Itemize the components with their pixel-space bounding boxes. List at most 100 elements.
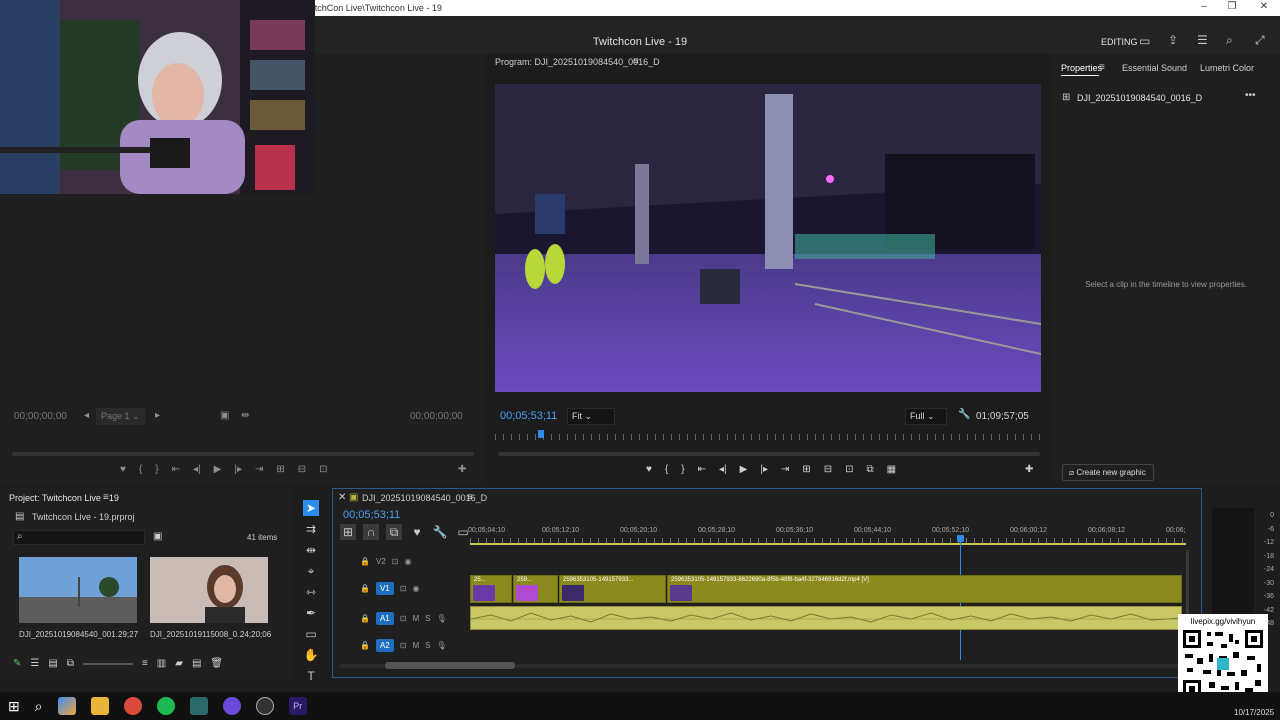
- go-to-out-icon[interactable]: ⇥: [781, 464, 789, 475]
- type-tool-icon[interactable]: T: [303, 668, 319, 684]
- program-scrubber[interactable]: [498, 452, 1040, 456]
- obs-icon[interactable]: [255, 697, 274, 715]
- program-menu-icon[interactable]: ≡: [633, 56, 639, 67]
- step-back-icon[interactable]: ◂|: [719, 464, 727, 475]
- sync-lock-icon[interactable]: ⊡: [392, 557, 399, 566]
- toggle-proxies-icon[interactable]: ▦: [887, 464, 896, 475]
- timeline-ruler[interactable]: 00;05;04;10 00;05;12;10 00;05;20;10 00;0…: [468, 524, 1186, 546]
- properties-menu-icon[interactable]: ≡: [1099, 62, 1105, 73]
- compare-icon[interactable]: ⧉: [867, 464, 874, 475]
- tab-lumetri-color[interactable]: Lumetri Color: [1200, 63, 1254, 73]
- selection-tool-icon[interactable]: ➤: [303, 500, 319, 516]
- video-clip[interactable]: 25...: [470, 575, 512, 603]
- lift-icon[interactable]: ⊞: [802, 464, 810, 475]
- windows-start-icon[interactable]: ⊞: [8, 698, 20, 715]
- lock-icon[interactable]: 🔒: [360, 557, 370, 566]
- premiere-pro-icon[interactable]: Pr: [288, 697, 307, 715]
- sync-lock-icon[interactable]: ⊡: [400, 641, 407, 650]
- tab-properties[interactable]: Properties: [1061, 63, 1102, 73]
- source-scrubber[interactable]: [12, 452, 474, 456]
- solo-button[interactable]: S: [425, 614, 430, 623]
- mark-out-icon[interactable]: }: [155, 464, 158, 475]
- add-button-icon[interactable]: ✚: [1025, 464, 1033, 475]
- spotify-icon[interactable]: [156, 697, 175, 715]
- workspace-label[interactable]: EDITING: [1101, 37, 1138, 47]
- rectangle-tool-icon[interactable]: ▭: [303, 626, 319, 642]
- lock-icon[interactable]: 🔒: [360, 614, 370, 623]
- pen-tool-icon[interactable]: ✒: [303, 605, 319, 621]
- create-graphic-button[interactable]: ⧄ Create new graphic: [1062, 464, 1154, 481]
- export-frame-icon[interactable]: ⊡: [319, 464, 327, 475]
- panel-layout-icon[interactable]: ▭: [1139, 34, 1150, 48]
- add-marker-icon[interactable]: ♥: [120, 464, 126, 475]
- sync-lock-icon[interactable]: ⊡: [400, 584, 407, 593]
- trash-icon[interactable]: 🗑: [210, 658, 223, 669]
- overwrite-icon[interactable]: ⊟: [298, 464, 306, 475]
- pen-icon[interactable]: ✎: [13, 658, 21, 669]
- video-clip[interactable]: 2596353105-149157933-8622690a-8f5b-48f8-…: [667, 575, 1182, 603]
- icon-view-icon[interactable]: ▤: [48, 658, 57, 669]
- export-frame-icon[interactable]: ⊡: [845, 464, 853, 475]
- fullscreen-icon[interactable]: ⤢: [1255, 33, 1265, 48]
- insert-icon[interactable]: ⊞: [276, 464, 284, 475]
- mute-button[interactable]: M: [412, 614, 419, 623]
- page-select[interactable]: Page 1 ⌄: [96, 408, 145, 425]
- program-playhead[interactable]: [538, 430, 544, 438]
- program-timecode[interactable]: 00;05;53;11: [500, 410, 557, 422]
- video-clip[interactable]: 2596353105-149157933...: [559, 575, 666, 603]
- razor-tool-icon[interactable]: ⌖: [303, 563, 319, 579]
- close-button[interactable]: ✕: [1250, 0, 1278, 16]
- timeline-timecode[interactable]: 00;05;53;11: [343, 509, 400, 521]
- project-item-0[interactable]: [19, 557, 137, 623]
- work-area-bar[interactable]: [470, 543, 1186, 545]
- lock-icon[interactable]: 🔒: [360, 584, 370, 593]
- mark-in-icon[interactable]: {: [665, 464, 668, 475]
- add-button-icon[interactable]: ✚: [458, 464, 466, 475]
- mic-icon[interactable]: 🎙: [436, 641, 446, 650]
- timeline-settings-icon[interactable]: 🔧: [432, 524, 448, 540]
- more-options-icon[interactable]: •••: [1245, 90, 1256, 101]
- playhead-handle[interactable]: [957, 535, 964, 542]
- mic-icon[interactable]: 🎙: [436, 614, 446, 623]
- mute-button[interactable]: M: [412, 641, 419, 650]
- step-back-icon[interactable]: ◂|: [193, 464, 201, 475]
- step-forward-icon[interactable]: |▸: [234, 464, 242, 475]
- share-icon[interactable]: ⇪: [1168, 33, 1178, 47]
- go-to-in-icon[interactable]: ⇤: [698, 464, 706, 475]
- chrome-icon[interactable]: [123, 697, 142, 715]
- sequence-menu-icon[interactable]: ≡: [467, 492, 473, 503]
- audio-clip[interactable]: [470, 606, 1182, 630]
- snap-icon[interactable]: ∩: [363, 524, 379, 540]
- close-sequence-icon[interactable]: ✕: [338, 492, 346, 503]
- track-select-icon[interactable]: ⇉: [303, 521, 319, 537]
- fit-icon[interactable]: ▣: [220, 410, 229, 421]
- insert-sequence-icon[interactable]: ⊞: [340, 524, 356, 540]
- scroll-thumb[interactable]: [385, 662, 515, 669]
- tab-essential-sound[interactable]: Essential Sound: [1122, 63, 1187, 73]
- extract-icon[interactable]: ⊟: [824, 464, 832, 475]
- mark-out-icon[interactable]: }: [681, 464, 684, 475]
- solo-button[interactable]: S: [425, 641, 430, 650]
- track-label-a2[interactable]: A2: [375, 638, 394, 652]
- freeform-view-icon[interactable]: ⧉: [67, 658, 74, 669]
- marker-icon[interactable]: ♥: [409, 524, 425, 540]
- new-item-icon[interactable]: ▤: [192, 658, 201, 669]
- track-label-a1[interactable]: A1: [375, 611, 394, 625]
- expand-icon[interactable]: ⇹: [241, 410, 249, 421]
- taskbar-search-icon[interactable]: ⌕: [35, 698, 43, 715]
- next-page-icon[interactable]: ▸: [155, 410, 160, 421]
- search-icon[interactable]: ⌕: [1226, 33, 1233, 48]
- prev-page-icon[interactable]: ◂: [84, 410, 89, 421]
- linked-selection-icon[interactable]: ⧉: [386, 524, 402, 540]
- project-item-1[interactable]: [150, 557, 268, 623]
- slip-tool-icon[interactable]: ⇿: [303, 584, 319, 600]
- video-clip[interactable]: 259...: [513, 575, 558, 603]
- project-search-field[interactable]: ⌕: [13, 530, 145, 545]
- minimize-button[interactable]: –: [1190, 0, 1218, 16]
- go-to-out-icon[interactable]: ⇥: [255, 464, 263, 475]
- lock-icon[interactable]: 🔒: [360, 641, 370, 650]
- go-to-in-icon[interactable]: ⇤: [172, 464, 180, 475]
- zoom-slider[interactable]: [82, 662, 133, 665]
- menu-icon[interactable]: ☰: [1197, 33, 1208, 47]
- hand-tool-icon[interactable]: ✋: [303, 647, 319, 663]
